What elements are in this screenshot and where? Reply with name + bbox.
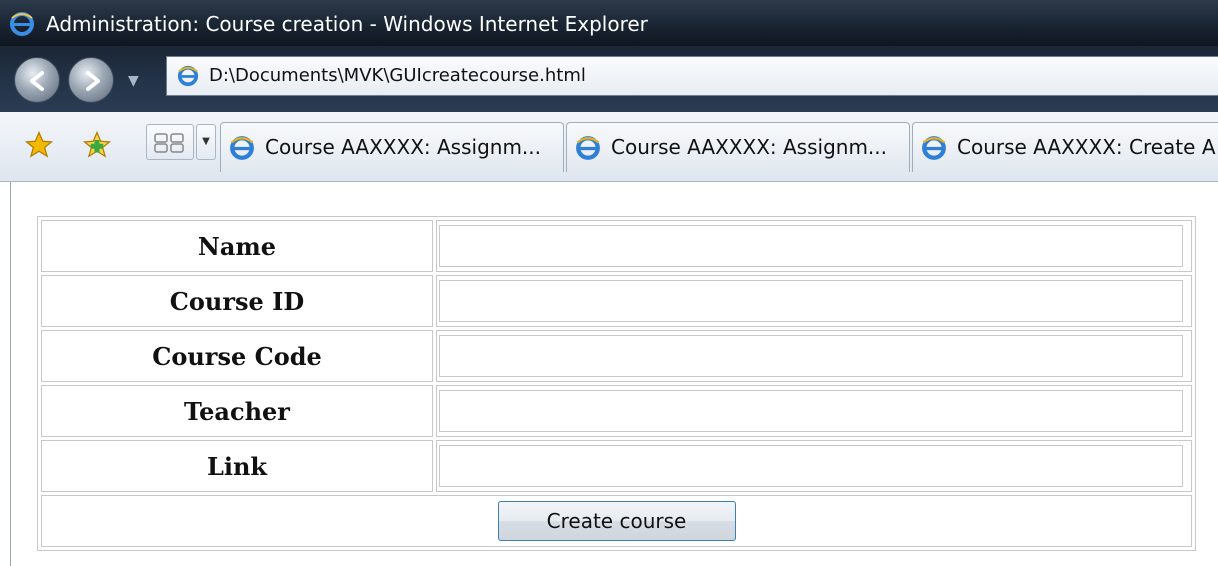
form-row-course-code: Course Code — [41, 330, 1192, 382]
course-id-input[interactable] — [439, 280, 1183, 322]
tab-bar: ▼ Course AAXXXX: Assignm... Course AAXXX… — [0, 112, 1218, 182]
course-code-input[interactable] — [439, 335, 1183, 377]
tab-label: Course AAXXXX: Assignm... — [265, 135, 542, 159]
form-row-submit: Create course — [41, 495, 1192, 547]
quick-tabs-button[interactable] — [146, 124, 194, 160]
course-form: Name Course ID Course Code Teacher Link … — [37, 216, 1196, 551]
link-input[interactable] — [439, 445, 1183, 487]
tab-assignment-1[interactable]: Course AAXXXX: Assignm... — [220, 122, 564, 172]
name-input[interactable] — [439, 225, 1183, 267]
tab-label: Course AAXXXX: Assignm... — [611, 135, 888, 159]
recent-pages-dropdown[interactable]: ▼ — [128, 73, 139, 89]
tab-label: Course AAXXXX: Create A — [957, 135, 1216, 159]
tab-create[interactable]: Course AAXXXX: Create A — [912, 122, 1218, 172]
form-row-teacher: Teacher — [41, 385, 1192, 437]
tab-assignment-2[interactable]: Course AAXXXX: Assignm... — [566, 122, 910, 172]
back-arrow-icon — [30, 71, 44, 91]
favorites-star-icon[interactable] — [24, 130, 54, 164]
ie-icon — [575, 135, 601, 165]
teacher-input[interactable] — [439, 390, 1183, 432]
address-bar[interactable]: D:\Documents\MVK\GUIcreatecourse.html — [166, 56, 1218, 96]
create-course-button[interactable]: Create course — [497, 501, 736, 541]
forward-button[interactable] — [68, 57, 114, 103]
forward-arrow-icon — [86, 71, 100, 91]
back-button[interactable] — [14, 57, 60, 103]
quick-tabs-icon — [154, 133, 184, 153]
window-title: Administration: Course creation - Window… — [46, 12, 648, 36]
form-row-name: Name — [41, 220, 1192, 272]
ie-icon — [229, 135, 255, 165]
tab-list-dropdown[interactable]: ▼ — [196, 124, 216, 160]
name-label: Name — [41, 220, 433, 272]
address-url[interactable]: D:\Documents\MVK\GUIcreatecourse.html — [209, 65, 586, 86]
ie-icon — [10, 12, 34, 40]
ie-icon — [921, 135, 947, 165]
add-favorite-icon[interactable] — [82, 130, 112, 164]
page-content: Name Course ID Course Code Teacher Link … — [10, 182, 1218, 566]
course-code-label: Course Code — [41, 330, 433, 382]
ie-icon — [177, 65, 199, 91]
navigation-bar: ▼ D:\Documents\MVK\GUIcreatecourse.html — [0, 46, 1218, 112]
form-row-course-id: Course ID — [41, 275, 1192, 327]
link-label: Link — [41, 440, 433, 492]
teacher-label: Teacher — [41, 385, 433, 437]
course-id-label: Course ID — [41, 275, 433, 327]
form-row-link: Link — [41, 440, 1192, 492]
window-title-bar: Administration: Course creation - Window… — [0, 0, 1218, 46]
